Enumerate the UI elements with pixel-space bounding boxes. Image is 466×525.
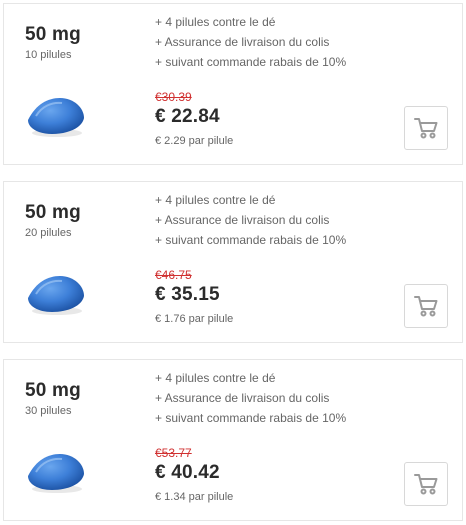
shopping-cart-icon — [414, 296, 438, 317]
shopping-cart-icon — [414, 118, 438, 139]
dosage-label: 50 mg — [25, 380, 81, 401]
unit-price: € 2.29 par pilule — [155, 135, 234, 147]
add-to-cart-button[interactable] — [404, 284, 448, 328]
add-to-cart-button[interactable] — [404, 106, 448, 150]
feature-item: + suivant commande rabais de 10% — [155, 55, 347, 69]
offer-card: 50 mg 10 pilules + 4 pilules contre le d… — [3, 3, 463, 165]
current-price: € 22.84 — [155, 106, 220, 127]
old-price: €53.77 — [155, 446, 192, 460]
pill-count: 10 pilules — [25, 49, 72, 61]
unit-price: € 1.76 par pilule — [155, 313, 234, 325]
pill-icon — [28, 98, 84, 137]
unit-price: € 1.34 par pilule — [155, 491, 234, 503]
offer-card: 50 mg 30 pilules + 4 pilules contre le d… — [3, 359, 463, 521]
pill-icon — [28, 454, 84, 493]
feature-list: + 4 pilules contre le dé + Assurance de … — [155, 368, 346, 428]
feature-item: + Assurance de livraison du colis — [155, 391, 330, 405]
offer-list: 50 mg 10 pilules + 4 pilules contre le d… — [0, 0, 466, 525]
pill-count: 20 pilules — [25, 227, 72, 239]
current-price: € 35.15 — [155, 284, 220, 305]
feature-item: + 4 pilules contre le dé — [155, 15, 276, 29]
offer-card: 50 mg 20 pilules + 4 pilules contre le d… — [3, 181, 463, 343]
old-price: €30.39 — [155, 90, 192, 104]
feature-item: + Assurance de livraison du colis — [155, 35, 330, 49]
pill-count: 30 pilules — [25, 405, 72, 417]
add-to-cart-button[interactable] — [404, 462, 448, 506]
dosage-label: 50 mg — [25, 202, 81, 223]
feature-item: + suivant commande rabais de 10% — [155, 233, 347, 247]
feature-item: + suivant commande rabais de 10% — [155, 411, 347, 425]
pill-icon — [28, 276, 84, 315]
old-price: €46.75 — [155, 268, 192, 282]
feature-item: + 4 pilules contre le dé — [155, 193, 276, 207]
shopping-cart-icon — [414, 474, 438, 495]
feature-list: + 4 pilules contre le dé + Assurance de … — [155, 12, 346, 72]
feature-item: + 4 pilules contre le dé — [155, 371, 276, 385]
feature-list: + 4 pilules contre le dé + Assurance de … — [155, 190, 346, 250]
feature-item: + Assurance de livraison du colis — [155, 213, 330, 227]
dosage-label: 50 mg — [25, 24, 81, 45]
current-price: € 40.42 — [155, 462, 220, 483]
